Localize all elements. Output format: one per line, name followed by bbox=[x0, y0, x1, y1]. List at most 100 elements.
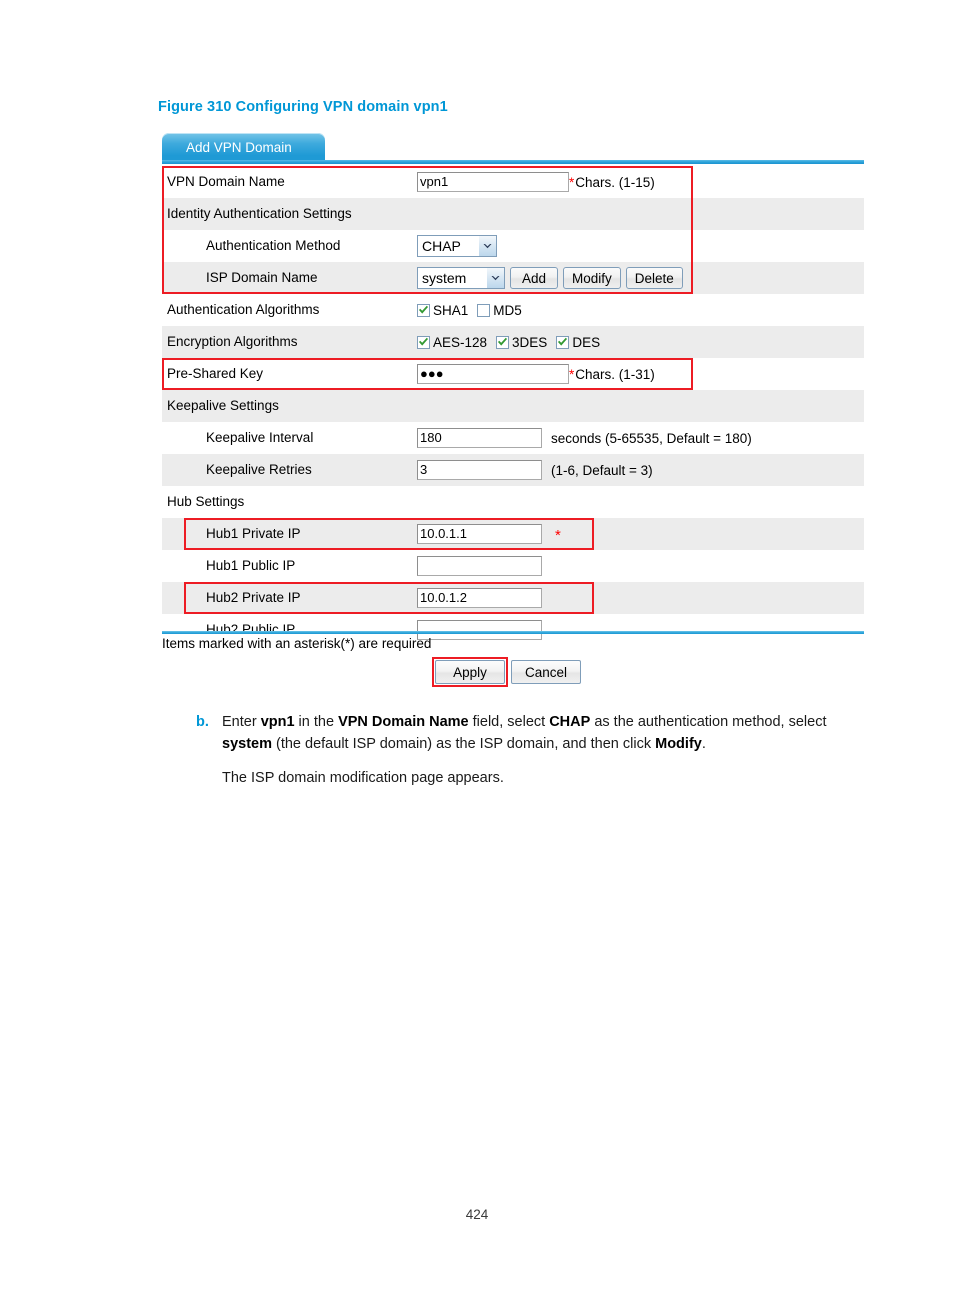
add-button[interactable]: Add bbox=[510, 267, 558, 289]
value-keepalive-interval: 180 seconds (5-65535, Default = 180) bbox=[417, 422, 752, 454]
step-text-a: Enter bbox=[222, 714, 261, 730]
checkbox-3des-box[interactable] bbox=[496, 335, 510, 349]
label-isp-domain-name: ISP Domain Name bbox=[206, 270, 318, 286]
step-text-k: . bbox=[701, 736, 706, 752]
vpn-domain-name-input[interactable]: vpn1 bbox=[417, 172, 569, 192]
checkbox-des[interactable]: DES bbox=[556, 335, 600, 350]
chevron-down-icon bbox=[486, 268, 504, 288]
hub1-private-ip-required-star: * bbox=[555, 527, 561, 544]
hub1-private-ip-input[interactable]: 10.0.1.1 bbox=[417, 524, 542, 544]
row-isp-domain-name: ISP Domain Name system Add Modify Delete bbox=[162, 262, 864, 294]
checkbox-md5-box[interactable] bbox=[477, 303, 491, 317]
apply-button[interactable]: Apply bbox=[435, 660, 505, 684]
delete-button[interactable]: Delete bbox=[625, 267, 683, 289]
value-encryption-algorithms: AES-128 3DES DES bbox=[417, 326, 609, 358]
value-isp-domain-name: system Add Modify Delete bbox=[417, 262, 683, 294]
checkbox-sha1[interactable]: SHA1 bbox=[417, 303, 468, 318]
label-keepalive-retries: Keepalive Retries bbox=[206, 462, 312, 478]
hub2-private-ip-input[interactable]: 10.0.1.2 bbox=[417, 588, 542, 608]
isp-domain-name-select[interactable]: system bbox=[417, 267, 505, 289]
row-vpn-domain-name: VPN Domain Name vpn1 * Chars. (1-15) bbox=[162, 166, 864, 198]
row-identity-auth-settings: Identity Authentication Settings bbox=[162, 198, 864, 230]
row-authentication-algorithms: Authentication Algorithms SHA1 MD5 bbox=[162, 294, 864, 326]
checkbox-des-label: DES bbox=[572, 334, 601, 350]
step-paragraph-1: Enter vpn1 in the VPN Domain Name field,… bbox=[222, 711, 868, 755]
checkbox-aes-128-box[interactable] bbox=[417, 335, 430, 349]
value-authentication-method: CHAP bbox=[417, 230, 497, 262]
step-text-vpn1: vpn1 bbox=[260, 714, 295, 730]
label-encryption-algorithms: Encryption Algorithms bbox=[167, 334, 298, 350]
row-hub1-private-ip: Hub1 Private IP 10.0.1.1 * bbox=[162, 518, 864, 550]
label-vpn-domain-name: VPN Domain Name bbox=[167, 174, 285, 190]
checkbox-aes-128-label: AES-128 bbox=[433, 334, 488, 350]
checkbox-sha1-label: SHA1 bbox=[433, 302, 469, 318]
vpn-domain-name-required-star: * bbox=[569, 174, 575, 190]
figure-caption: Figure 310 Configuring VPN domain vpn1 bbox=[158, 99, 448, 115]
value-hub2-public-ip bbox=[417, 614, 542, 646]
label-hub2-public-ip: Hub2 Public IP bbox=[206, 622, 296, 638]
label-pre-shared-key: Pre-Shared Key bbox=[167, 366, 264, 382]
step-text-chap: CHAP bbox=[549, 714, 591, 730]
page-number: 424 bbox=[465, 1207, 489, 1222]
pre-shared-key-required-star: * bbox=[569, 366, 575, 382]
panel-bottom-rule bbox=[162, 631, 864, 634]
step-text-field-name: VPN Domain Name bbox=[338, 714, 469, 730]
step-text-modify: Modify bbox=[655, 736, 702, 752]
vpn-domain-name-hint: Chars. (1-15) bbox=[575, 174, 655, 190]
value-keepalive-retries: 3 (1-6, Default = 3) bbox=[417, 454, 653, 486]
row-hub-settings: Hub Settings bbox=[162, 486, 864, 518]
row-hub2-private-ip: Hub2 Private IP 10.0.1.2 bbox=[162, 582, 864, 614]
row-keepalive-retries: Keepalive Retries 3 (1-6, Default = 3) bbox=[162, 454, 864, 486]
step-text-e: field, select bbox=[468, 714, 550, 730]
chevron-down-icon bbox=[478, 236, 496, 256]
value-hub1-public-ip bbox=[417, 550, 542, 582]
keepalive-interval-input[interactable]: 180 bbox=[417, 428, 542, 448]
vpn-domain-form: VPN Domain Name vpn1 * Chars. (1-15) Ident… bbox=[162, 166, 864, 646]
step-marker: b. bbox=[196, 714, 209, 730]
value-hub1-private-ip: 10.0.1.1 * bbox=[417, 518, 561, 550]
step-paragraph-2: The ISP domain modification page appears… bbox=[222, 770, 504, 786]
label-hub-settings: Hub Settings bbox=[167, 494, 245, 510]
step-text-c: in the bbox=[294, 714, 339, 730]
keepalive-retries-input[interactable]: 3 bbox=[417, 460, 542, 480]
value-authentication-algorithms: SHA1 MD5 bbox=[417, 294, 531, 326]
step-text-system: system bbox=[222, 736, 272, 752]
value-vpn-domain-name: vpn1 * Chars. (1-15) bbox=[417, 166, 655, 198]
row-authentication-method: Authentication Method CHAP bbox=[162, 230, 864, 262]
label-identity-auth-settings: Identity Authentication Settings bbox=[167, 206, 352, 222]
row-pre-shared-key: Pre-Shared Key ●●● * Chars. (1-31) bbox=[162, 358, 864, 390]
checkbox-3des[interactable]: 3DES bbox=[496, 335, 547, 350]
hub2-public-ip-input[interactable] bbox=[417, 620, 542, 640]
step-text-g: as the authentication method, select bbox=[590, 714, 827, 730]
pre-shared-key-input[interactable]: ●●● bbox=[417, 364, 569, 384]
checkbox-md5-label: MD5 bbox=[493, 302, 522, 318]
hub1-public-ip-input[interactable] bbox=[417, 556, 542, 576]
instruction-step: b. Enter vpn1 in the VPN Domain Name fie… bbox=[196, 711, 868, 789]
vpn-domain-screenshot: Add VPN Domain VPN Domain Name vpn1 * Char… bbox=[160, 133, 866, 693]
modify-button[interactable]: Modify bbox=[563, 267, 621, 289]
label-keepalive-settings: Keepalive Settings bbox=[167, 398, 279, 414]
checkbox-aes-128[interactable]: AES-128 bbox=[417, 335, 487, 350]
value-pre-shared-key: ●●● * Chars. (1-31) bbox=[417, 358, 655, 390]
tab-add-vpn-domain-label: Add VPN Domain bbox=[186, 140, 292, 155]
keepalive-interval-hint: seconds (5-65535, Default = 180) bbox=[551, 430, 752, 446]
authentication-method-selected: CHAP bbox=[422, 238, 461, 254]
label-hub2-private-ip: Hub2 Private IP bbox=[206, 590, 301, 606]
row-hub1-public-ip: Hub1 Public IP bbox=[162, 550, 864, 582]
label-authentication-method: Authentication Method bbox=[206, 238, 341, 254]
row-keepalive-settings: Keepalive Settings bbox=[162, 390, 864, 422]
panel-top-rule bbox=[162, 160, 864, 164]
form-action-buttons: Apply Cancel bbox=[435, 660, 587, 684]
required-fields-note: Items marked with an asterisk(*) are req… bbox=[162, 636, 432, 651]
row-keepalive-interval: Keepalive Interval 180 seconds (5-65535, … bbox=[162, 422, 864, 454]
authentication-method-select[interactable]: CHAP bbox=[417, 235, 497, 257]
checkbox-md5[interactable]: MD5 bbox=[477, 303, 522, 318]
checkbox-sha1-box[interactable] bbox=[417, 303, 430, 317]
step-text-i: (the default ISP domain) as the ISP doma… bbox=[271, 736, 656, 752]
value-hub2-private-ip: 10.0.1.2 bbox=[417, 582, 542, 614]
label-authentication-algorithms: Authentication Algorithms bbox=[167, 302, 320, 318]
cancel-button[interactable]: Cancel bbox=[511, 660, 581, 684]
label-hub1-public-ip: Hub1 Public IP bbox=[206, 558, 296, 574]
checkbox-des-box[interactable] bbox=[556, 335, 570, 349]
checkbox-3des-label: 3DES bbox=[512, 334, 548, 350]
